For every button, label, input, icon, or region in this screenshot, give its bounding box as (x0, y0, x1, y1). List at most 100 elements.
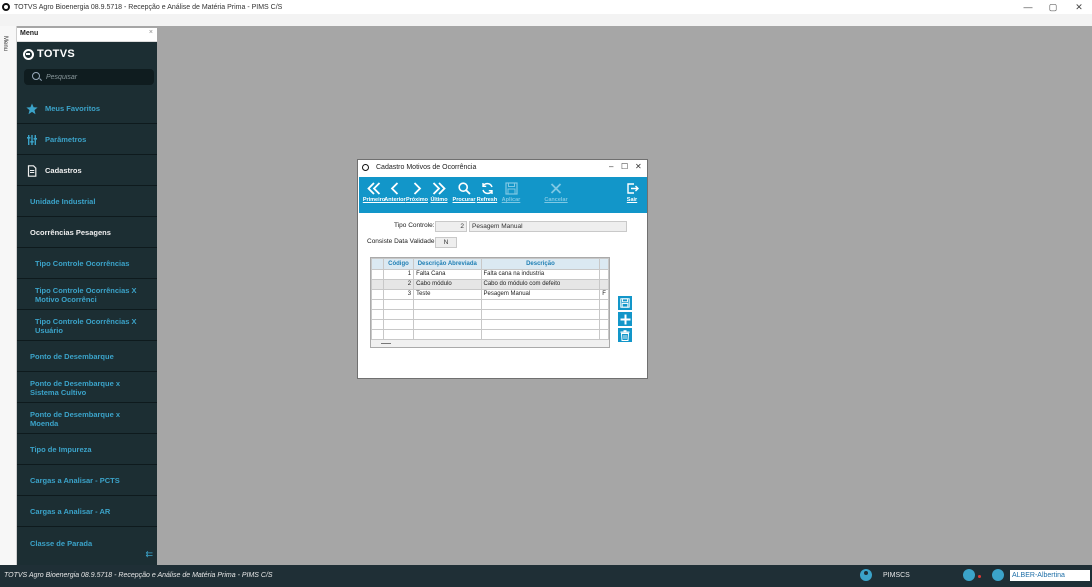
status-bar: TOTVS Agro Bioenergia 08.9.5718 - Recepç… (0, 565, 1092, 587)
current-user-field[interactable]: ALBER-Albertina (1010, 570, 1090, 581)
search-icon (32, 72, 40, 80)
sidebar-item-meus-favoritos[interactable]: Meus Favoritos (17, 94, 157, 124)
next-button[interactable]: Próximo (405, 177, 429, 213)
sidebar-item-cadastros[interactable]: Cadastros (17, 156, 157, 186)
grid-horizontal-scrollbar[interactable] (371, 340, 609, 347)
previous-button[interactable]: Anterior (384, 177, 406, 213)
table-header-row: Código Descrição Abreviada Descrição (371, 258, 609, 270)
menu-side-tab[interactable]: Menu (0, 26, 17, 565)
row-indicator (371, 279, 384, 290)
sidebar-item-tipo-impureza[interactable]: Tipo de Impureza (17, 435, 157, 465)
cancel-button[interactable]: Cancelar (542, 177, 570, 213)
table-row-empty[interactable] (371, 319, 609, 330)
column-header-descricao[interactable]: Descrição (480, 258, 601, 270)
sidebar-item-ponto-desembarque-sistema-cultivo[interactable]: Ponto de Desembarque x Sistema Cultivo (17, 373, 157, 403)
computer-icon[interactable] (992, 569, 1004, 581)
maximize-window-button[interactable]: ▢ (1040, 0, 1066, 14)
plus-icon (620, 314, 630, 324)
search-input[interactable] (44, 70, 148, 85)
dialog-title: Cadastro Motivos de Ocorrência (376, 164, 477, 171)
sidebar-item-unidade-industrial[interactable]: Unidade Industrial (17, 187, 157, 217)
cell-descricao[interactable]: Cabo do módulo com defeito (480, 279, 601, 290)
tipo-controle-desc-field: Pesagem Manual (469, 221, 627, 232)
cell-abreviada[interactable]: Cabo módulo (413, 279, 482, 290)
sidebar-item-label: Parâmetros (45, 135, 87, 144)
exit-button[interactable]: Sair (621, 177, 643, 213)
database-name: PIMSCS (883, 572, 910, 579)
tipo-controle-code-field[interactable]: 2 (435, 221, 467, 232)
motivos-table: Código Descrição Abreviada Descrição 1 F… (371, 258, 609, 340)
cell-extra[interactable] (599, 279, 609, 290)
dialog-toolbar: Primeiro Anterior Próximo Último Procura… (359, 177, 647, 213)
sidebar-item-ponto-desembarque[interactable]: Ponto de Desembarque (17, 342, 157, 372)
table-row[interactable]: 1 Falta Cana Falta cana na industria (371, 269, 609, 280)
close-window-button[interactable]: ✕ (1066, 0, 1092, 14)
sidebar-item-ocorrencias-pesagens[interactable]: Ocorrências Pesagens (17, 218, 157, 248)
last-button[interactable]: Último (429, 177, 449, 213)
cell-abreviada[interactable]: Falta Cana (413, 269, 482, 280)
cell-codigo[interactable]: 3 (382, 289, 415, 300)
cell-codigo[interactable]: 2 (382, 279, 415, 290)
menu-side-tab-label: Menu (2, 36, 8, 52)
sidebar-item-cargas-analisar-pcts[interactable]: Cargas a Analisar - PCTS (17, 466, 157, 496)
refresh-button[interactable]: Refresh (475, 177, 499, 213)
table-row[interactable]: 2 Cabo módulo Cabo do módulo com defeito (371, 279, 609, 290)
tipo-controle-label: Tipo Controle: (394, 222, 435, 229)
search-button-label: Procurar (452, 197, 476, 203)
sidebar-item-label: Cadastros (45, 166, 82, 175)
cell-descricao[interactable]: Pesagem Manual (480, 289, 601, 300)
sidebar-close-button[interactable]: × (149, 29, 153, 36)
dialog-maximize-button[interactable]: ☐ (621, 162, 628, 171)
sliders-icon (26, 134, 38, 146)
menu-search[interactable] (24, 69, 154, 85)
dialog-minimize-button[interactable]: – (609, 162, 613, 171)
row-indicator (371, 289, 384, 300)
sidebar-item-classe-parada[interactable]: Classe de Parada (17, 528, 157, 558)
cell-abreviada[interactable]: Teste (413, 289, 482, 300)
table-row[interactable]: 3 Teste Pesagem Manual F (371, 289, 609, 300)
sidebar-item-label: Ponto de Desembarque x Moenda (30, 409, 121, 428)
dialog-app-icon (362, 164, 369, 171)
sidebar-item-label: Cargas a Analisar - PCTS (30, 476, 120, 485)
sidebar-item-ponto-desembarque-moenda[interactable]: Ponto de Desembarque x Moenda (17, 404, 157, 434)
user-icon[interactable] (860, 569, 872, 581)
sidebar-item-label: Ponto de Desembarque (30, 352, 114, 361)
sidebar-item-label: Tipo de Impureza (30, 445, 92, 454)
table-row-empty[interactable] (371, 329, 609, 340)
grid-add-button[interactable] (618, 312, 632, 326)
sidebar-item-parametros[interactable]: Parâmetros (17, 125, 157, 155)
grid-save-button[interactable] (618, 296, 632, 310)
minimize-window-button[interactable]: — (1015, 0, 1041, 14)
cell-codigo[interactable]: 1 (382, 269, 415, 280)
search-button[interactable]: Procurar (452, 177, 476, 213)
cell-extra[interactable] (599, 269, 609, 280)
sidebar-item-tipo-controle-ocorrencias[interactable]: Tipo Controle Ocorrências (17, 249, 157, 279)
table-row-empty[interactable] (371, 299, 609, 310)
grid-delete-button[interactable] (618, 328, 632, 342)
collapse-menu-icon[interactable]: ⇇ (145, 549, 153, 560)
cell-extra[interactable]: F (599, 289, 609, 300)
notification-bell-icon[interactable] (963, 569, 975, 581)
sidebar-item-cargas-analisar-ar[interactable]: Cargas a Analisar - AR (17, 497, 157, 527)
double-chevron-right-icon (432, 182, 446, 195)
dialog-close-button[interactable]: ✕ (635, 162, 642, 171)
column-header-codigo[interactable]: Código (382, 258, 415, 270)
apply-button[interactable]: Aplicar (499, 177, 523, 213)
sidebar-header: Menu × (17, 28, 157, 42)
table-row-empty[interactable] (371, 309, 609, 320)
consiste-data-validade-field[interactable]: N (435, 237, 457, 248)
cell-descricao[interactable]: Falta cana na industria (480, 269, 601, 280)
star-icon (26, 103, 38, 115)
window-title: TOTVS Agro Bioenergia 08.9.5718 - Recepç… (14, 3, 283, 11)
column-header-descricao-abreviada[interactable]: Descrição Abreviada (413, 258, 482, 270)
sidebar-menu: TOTVS Meus Favoritos Parâmetros Cadastro… (17, 42, 157, 565)
apply-button-label: Aplicar (501, 197, 521, 203)
totvs-brand-icon (23, 48, 34, 60)
notification-badge (978, 575, 981, 578)
sidebar-item-label: Ocorrências Pesagens (30, 228, 111, 237)
chevron-right-icon (413, 182, 422, 195)
sidebar-item-tipo-controle-x-motivo[interactable]: Tipo Controle Ocorrências X Motivo Ocorr… (17, 280, 157, 310)
document-icon (26, 164, 38, 177)
scrollbar-thumb[interactable] (381, 343, 391, 344)
sidebar-item-tipo-controle-x-usuario[interactable]: Tipo Controle Ocorrências X Usuário (17, 311, 157, 341)
